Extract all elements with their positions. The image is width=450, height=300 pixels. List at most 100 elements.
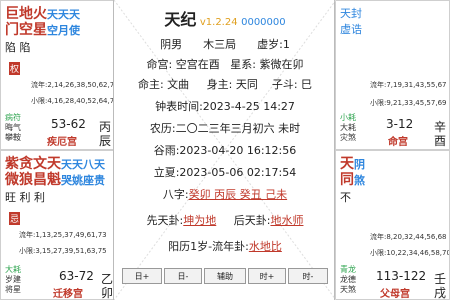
minor-stars-text: 哭姚座贵 [61, 174, 105, 187]
palace-name: 命宫 [388, 137, 408, 148]
ganzhi-stem: 丙 [99, 120, 112, 134]
minor-god-3: 灾煞 [340, 133, 356, 142]
minor-god-1: 小耗 [340, 113, 356, 122]
xiaoxian-list: 小限:9,21,33,45,57,69 [370, 99, 447, 107]
ganzhi-branch: 戌 [434, 286, 447, 300]
day-minus-button[interactable]: 日- [164, 268, 202, 284]
bazi-label: 八字: [162, 188, 189, 201]
minor-god-1: 病符 [5, 113, 21, 122]
main-stars-line2: 门空星空月使 [5, 23, 80, 38]
ganzhi-branch: 酉 [434, 134, 447, 148]
age-range: 113-122 [376, 269, 427, 283]
minor-stars-text: 天天天 [47, 8, 80, 21]
minor-god-2: 大耗 [340, 123, 356, 132]
ganzhi-branch: 卯 [101, 286, 114, 300]
main-stars-text: 门空星 [5, 22, 47, 38]
center-info-panel: 天纪 v1.2.24 0000000 阴男 木三局 虚岁:1 命宫: 空宫在酉 … [113, 0, 336, 300]
minor-god-1: 青龙 [340, 265, 356, 274]
age-range: 3-12 [386, 117, 414, 131]
minor-god-2: 岁建 [5, 275, 21, 284]
xiaoxian-list: 小限:4,16,28,40,52,64,76,88 [31, 97, 114, 105]
minor-stars-text: 空月使 [47, 24, 80, 37]
virtual-age: 虚岁:1 [257, 38, 290, 51]
palace-name: 迁移宫 [53, 289, 83, 300]
age-range: 53-62 [51, 117, 86, 131]
minor-god-3: 攀鞍 [5, 133, 21, 142]
app-title: 天纪 [164, 10, 197, 29]
minor-stars-text: 煞 [354, 174, 365, 187]
xiantian-label: 先天卦: [146, 214, 184, 227]
gender-bureau-row: 阴男 木三局 虚岁:1 [114, 36, 336, 52]
main-stars-line1: 天阴 [340, 157, 365, 172]
palace-name: 父母宫 [380, 289, 410, 300]
liunian-gua-label: 阳历1岁-流年卦: [168, 240, 249, 253]
solar-term-guyu: 谷雨:2023-04-20 16:12:56 [153, 144, 297, 157]
liunian-gua-row: 阳历1岁-流年卦:水地比 [114, 238, 336, 254]
gender: 阴男 [160, 38, 183, 51]
liunian-list: 流年:1,13,25,37,49,61,73 [19, 231, 107, 239]
liunian-list: 流年:2,14,26,38,50,62,74,86 [31, 81, 114, 89]
xiantian-gua[interactable]: 坤为地 [183, 214, 216, 227]
ganzhi-stem: 乙 [101, 272, 114, 286]
main-stars-text: 紫贪文天 [5, 156, 61, 172]
clock-time: 钟表时间:2023-4-25 14:27 [155, 100, 295, 113]
ming-zhu-row: 命主: 文曲 身主: 天同 子斗: 巳 [114, 76, 336, 92]
zi-dou: 子斗: 巳 [271, 78, 313, 91]
hour-minus-button[interactable]: 时- [288, 268, 328, 284]
ming-gong: 命宫: 空宫在酉 [146, 58, 220, 71]
main-stars-line2: 同煞 [340, 173, 365, 188]
seal-text: 权 [9, 62, 21, 75]
main-stars-text: 同 [340, 172, 354, 188]
minor-stars-text: 天天八天 [61, 158, 105, 171]
ming-gong-row: 命宫: 空宫在酉 星系: 紫微在卯 [114, 56, 336, 72]
day-plus-button[interactable]: 日+ [122, 268, 162, 284]
hour-plus-button[interactable]: 时+ [248, 268, 286, 284]
liunian-gua[interactable]: 水地比 [249, 240, 282, 253]
main-stars-text: 巨地火 [5, 6, 47, 22]
age-range: 63-72 [59, 269, 94, 283]
gua-row: 先天卦:坤为地 后天卦:地水师 [114, 212, 336, 228]
bureau: 木三局 [203, 38, 237, 51]
solar-term-lixia: 立夏:2023-05-06 02:17:54 [153, 166, 297, 179]
shen-zhu: 身主: 天同 [206, 78, 258, 91]
minor-god-1: 大耗 [5, 265, 21, 274]
liunian-list: 流年:7,19,31,43,55,67 [370, 81, 447, 89]
main-stars-line2: 微狼昌魁哭姚座贵 [5, 173, 105, 188]
xiaoxian-list: 小限:3,15,27,39,51,63,75 [19, 247, 107, 255]
bazi-value[interactable]: 癸卯 丙辰 癸丑 己未 [189, 188, 288, 201]
auxiliary-button[interactable]: 辅助 [204, 268, 246, 284]
xiaoxian-list: 小限:10,22,34,46,58,70 [370, 249, 450, 257]
minor-god-2: 龙德 [340, 275, 356, 284]
xing-xi: 星系: 紫微在卯 [230, 58, 304, 71]
main-stars-text: 天 [340, 156, 354, 172]
minor-god-3: 天煞 [340, 285, 356, 294]
minor-god-2: 晦气 [5, 123, 21, 132]
app-code: 0000000 [241, 17, 286, 28]
star-brightness: 陷 陷 [5, 41, 31, 54]
seal-text: 忌 [9, 212, 21, 225]
minor-stars-text: 阴 [354, 158, 365, 171]
transform-seal: 忌 [9, 207, 21, 226]
palace-cell-qianyi[interactable]: 紫贪文天天天八天 微狼昌魁哭姚座贵 旺 利 利 忌 流年:1,13,25,37,… [0, 150, 114, 300]
lunar-date: 农历:二〇二三年三月初六 未时 [149, 122, 301, 135]
ganzhi-branch: 辰 [99, 134, 112, 148]
star-brightness: 不 [340, 191, 351, 204]
main-stars-line1: 紫贪文天天天八天 [5, 157, 105, 172]
main-stars-text: 微狼昌魁 [5, 172, 61, 188]
minor-stars-line2: 虚诰 [340, 23, 362, 36]
ming-zhu: 命主: 文曲 [137, 78, 190, 91]
palace-name: 疾厄宫 [47, 137, 77, 148]
ganzhi-stem: 壬 [434, 272, 447, 286]
star-brightness: 旺 利 利 [5, 191, 45, 204]
palace-cell-fumu[interactable]: 天阴 同煞 不 流年:8,20,32,44,56,68 小限:10,22,34,… [335, 150, 450, 300]
transform-seal: 权 [9, 57, 21, 76]
houtian-gua[interactable]: 地水师 [270, 214, 303, 227]
houtian-label: 后天卦: [233, 214, 271, 227]
palace-cell-jie[interactable]: 巨地火天天天 门空星空月使 陷 陷 权 流年:2,14,26,38,50,62,… [0, 0, 114, 150]
liunian-list: 流年:8,20,32,44,56,68 [370, 233, 447, 241]
bazi-row: 八字:癸卯 丙辰 癸丑 己未 [114, 186, 336, 202]
app-title-bar: 天纪 v1.2.24 0000000 [114, 6, 336, 30]
main-stars-line1: 巨地火天天天 [5, 7, 80, 22]
palace-cell-ming[interactable]: 天封 虚诰 流年:7,19,31,43,55,67 小限:9,21,33,45,… [335, 0, 450, 150]
ganzhi-stem: 辛 [434, 120, 447, 134]
